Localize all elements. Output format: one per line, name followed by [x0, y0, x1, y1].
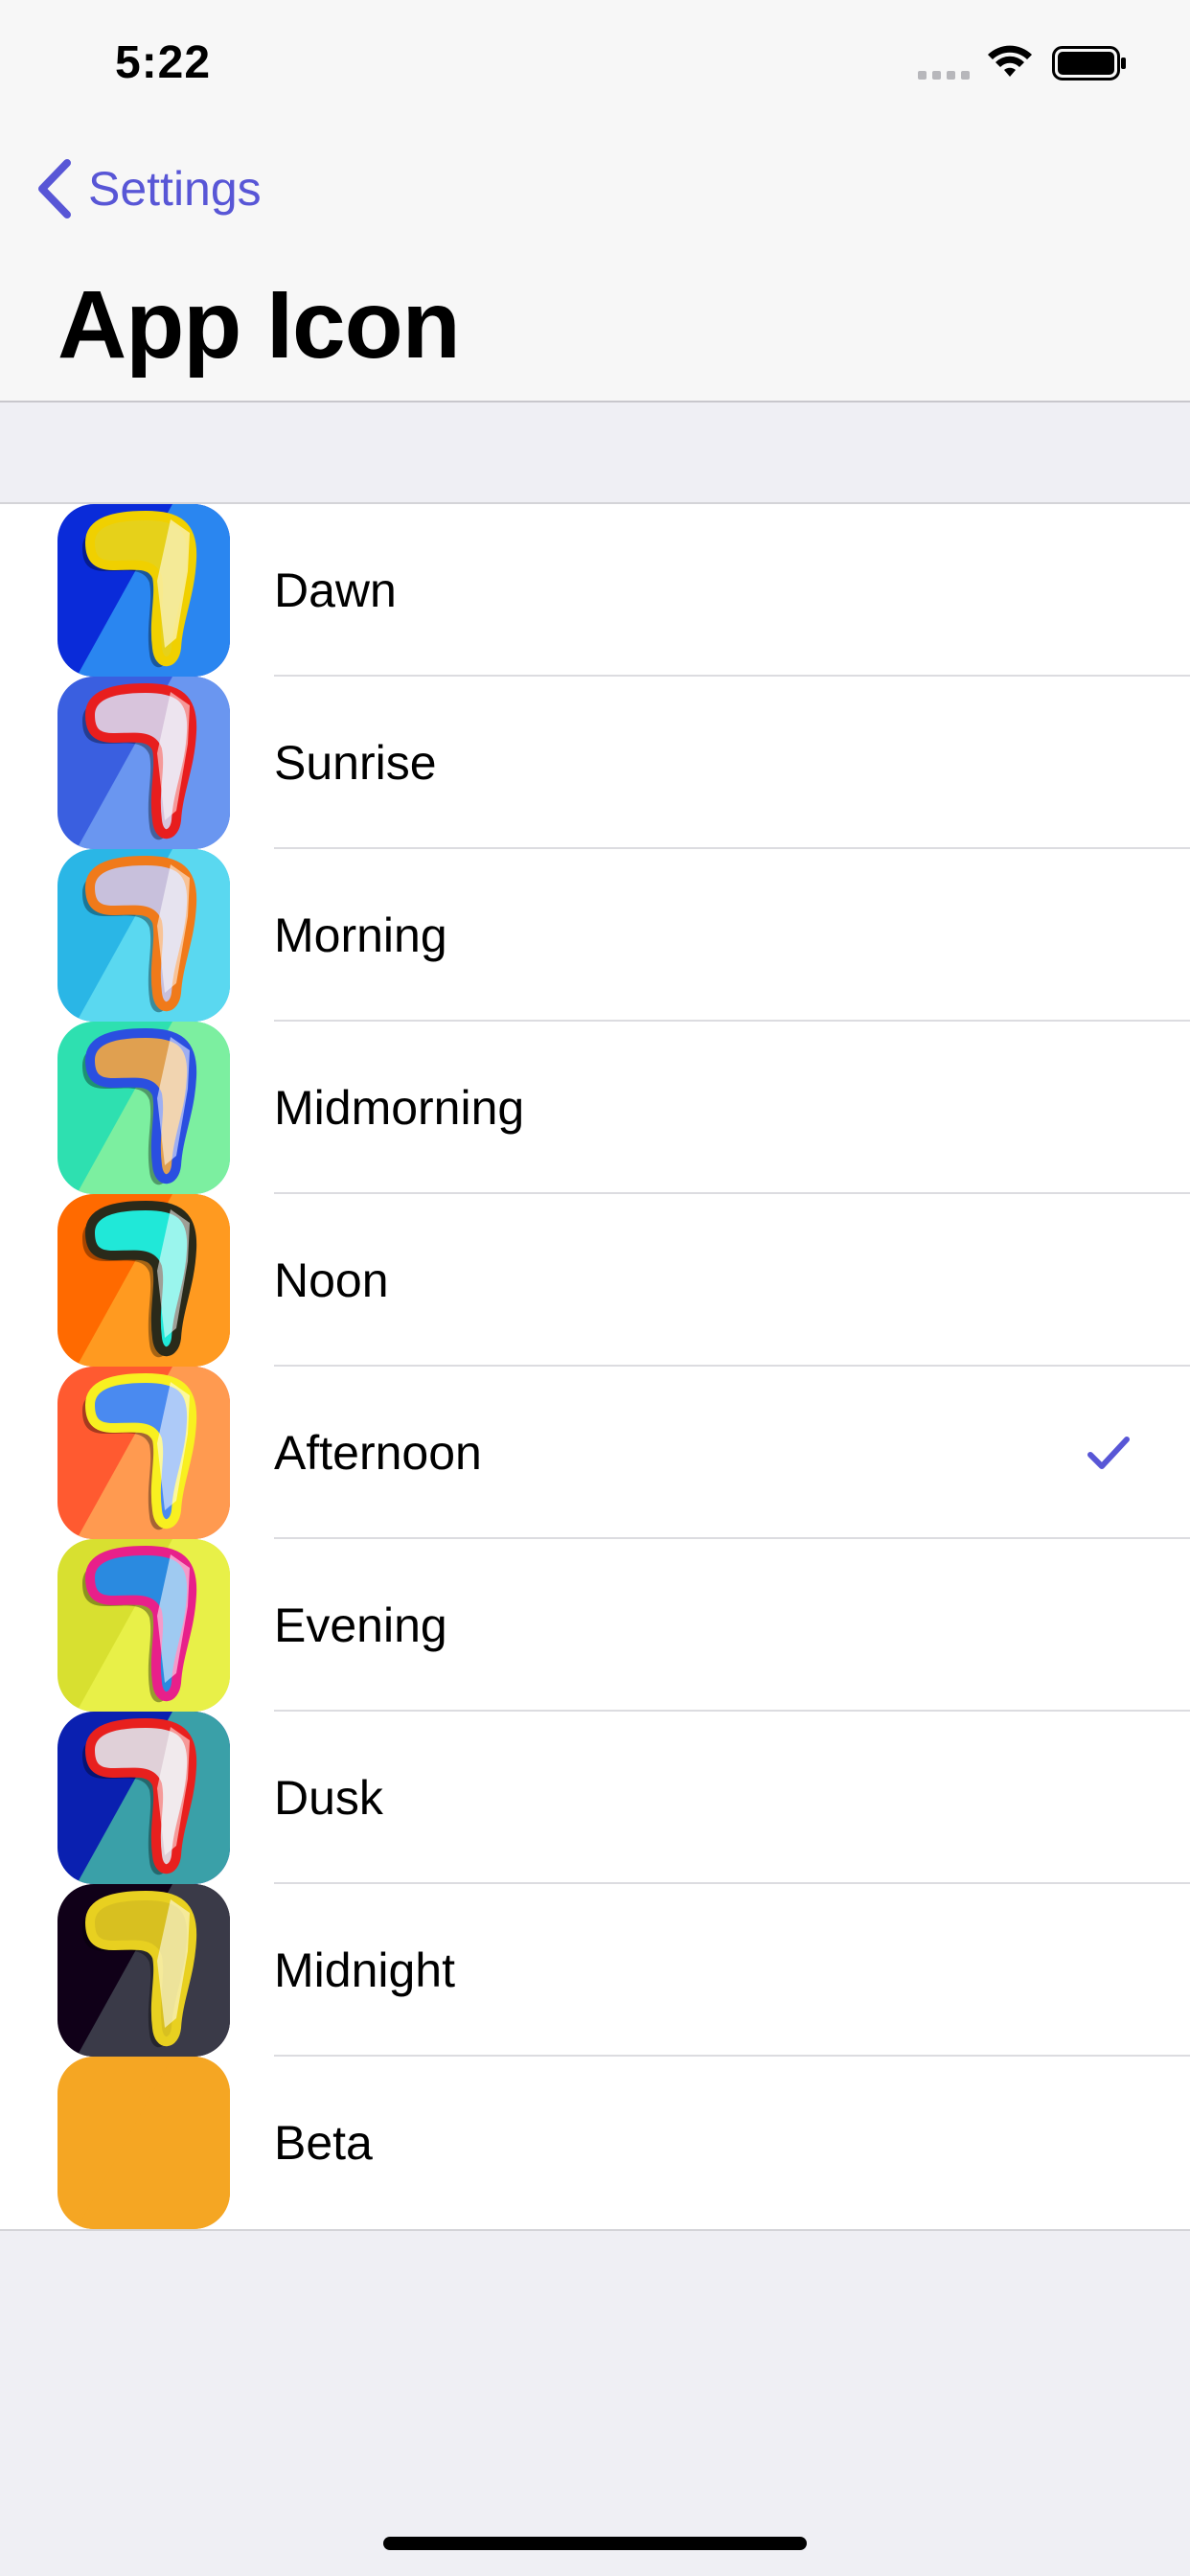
- checkmark-icon: [1087, 1437, 1130, 1469]
- app-icon-row-label: Evening: [274, 1598, 447, 1652]
- page-title: App Icon: [57, 271, 461, 379]
- wifi-icon: [988, 45, 1032, 77]
- app-icon-row-label: Sunrise: [274, 736, 437, 790]
- app-icon-row-noon[interactable]: Noon: [0, 1194, 1190, 1367]
- app-icon-row-beta[interactable]: Beta: [0, 2057, 1190, 2229]
- app-icon-row-dawn[interactable]: Dawn: [0, 504, 1190, 677]
- app-icon-preview-dusk: [57, 1712, 230, 1884]
- app-icon-preview-dawn: [57, 504, 230, 677]
- app-icon-row-midmorning[interactable]: Midmorning: [0, 1022, 1190, 1194]
- app-icon-preview-sunrise: [57, 677, 230, 849]
- app-icon-row-label: Afternoon: [274, 1426, 482, 1480]
- app-icon-row-midnight[interactable]: Midnight: [0, 1884, 1190, 2057]
- app-icon-preview-evening: [57, 1539, 230, 1712]
- app-icon-preview-afternoon: [57, 1367, 230, 1539]
- app-icon-preview-midmorning: [57, 1022, 230, 1194]
- app-icon-preview-noon: [57, 1194, 230, 1367]
- chevron-left-icon: [38, 159, 71, 218]
- app-icon-row-label: Noon: [274, 1254, 389, 1307]
- back-button-label: Settings: [88, 162, 262, 216]
- app-icon-row-label: Beta: [274, 2116, 373, 2170]
- app-icon-row-dusk[interactable]: Dusk: [0, 1712, 1190, 1884]
- cellular-signal-icon: [918, 71, 970, 80]
- app-icon-row-label: Morning: [274, 908, 447, 962]
- navigation-bar: Settings App Icon: [0, 126, 1190, 402]
- app-icon-list: Dawn Sunrise Morning Midmorning Noon Afternoo…: [0, 502, 1190, 2231]
- app-icon-row-morning[interactable]: Morning: [0, 849, 1190, 1022]
- status-time: 5:22: [115, 37, 212, 88]
- back-button[interactable]: Settings: [33, 157, 262, 220]
- home-indicator[interactable]: [383, 2537, 807, 2550]
- status-bar: 5:22: [0, 0, 1190, 126]
- app-icon-preview-beta: [57, 2057, 230, 2229]
- battery-icon: [1052, 46, 1126, 80]
- app-icon-row-sunrise[interactable]: Sunrise: [0, 677, 1190, 849]
- app-icon-row-label: Midmorning: [274, 1081, 525, 1135]
- app-icon-preview-midnight: [57, 1884, 230, 2057]
- app-icon-row-label: Midnight: [274, 1944, 455, 1997]
- app-icon-row-afternoon[interactable]: Afternoon: [0, 1367, 1190, 1539]
- app-icon-row-label: Dusk: [274, 1771, 383, 1825]
- app-icon-row-evening[interactable]: Evening: [0, 1539, 1190, 1712]
- app-icon-row-label: Dawn: [274, 564, 397, 617]
- app-icon-preview-morning: [57, 849, 230, 1022]
